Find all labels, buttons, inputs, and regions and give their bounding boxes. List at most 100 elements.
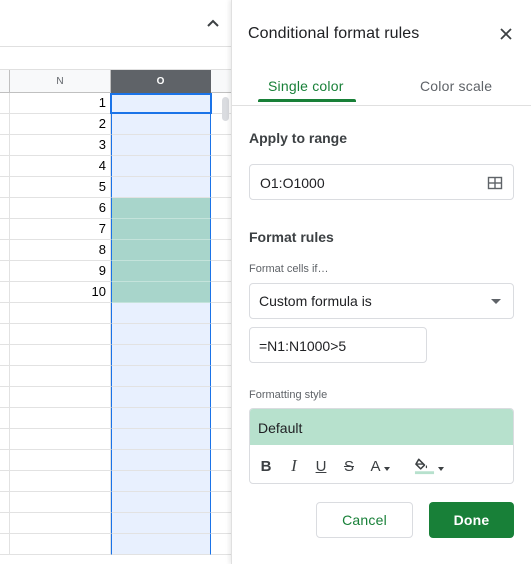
cell-grid: 1 2 3 4 5 6 7 8 9 10 [0, 93, 231, 564]
underline-button[interactable]: U [314, 457, 328, 475]
cell-m[interactable] [0, 492, 10, 513]
cell-o-highlighted[interactable] [111, 282, 211, 303]
cell-o[interactable] [111, 114, 211, 135]
fill-color-button[interactable] [414, 457, 444, 475]
vertical-scrollbar[interactable] [215, 93, 231, 564]
cell-m[interactable] [0, 534, 10, 555]
grid-icon [487, 176, 503, 190]
cell-n[interactable] [10, 492, 111, 513]
rule-type-tabs: Single color Color scale [232, 62, 531, 106]
cell-o[interactable] [111, 450, 211, 471]
cell-m[interactable] [0, 114, 10, 135]
cell-m[interactable] [0, 282, 10, 303]
cell-o[interactable] [111, 135, 211, 156]
cell-o-highlighted[interactable] [111, 198, 211, 219]
cell-m[interactable] [0, 303, 10, 324]
cell-m[interactable] [0, 177, 10, 198]
cell-n[interactable] [10, 534, 111, 555]
cell-m[interactable] [0, 261, 10, 282]
cell-n[interactable]: 7 [10, 219, 111, 240]
cell-m[interactable] [0, 471, 10, 492]
condition-select[interactable]: Custom formula is [249, 283, 514, 319]
column-header-p[interactable] [211, 70, 231, 93]
strikethrough-button[interactable]: S [342, 457, 356, 475]
cell-o[interactable] [111, 471, 211, 492]
cell-n[interactable] [10, 471, 111, 492]
tab-single-color[interactable]: Single color [268, 78, 344, 94]
tab-color-scale[interactable]: Color scale [420, 78, 492, 94]
cell-o[interactable] [111, 408, 211, 429]
collapse-toolbar-button[interactable] [203, 14, 223, 34]
cell-o[interactable] [111, 303, 211, 324]
chevron-down-icon [438, 467, 444, 471]
cell-m[interactable] [0, 513, 10, 534]
column-header-o[interactable]: O [111, 70, 211, 93]
cell-n[interactable] [10, 429, 111, 450]
cell-o[interactable] [111, 429, 211, 450]
cell-m[interactable] [0, 324, 10, 345]
cell-m[interactable] [0, 345, 10, 366]
style-preview[interactable]: Default [250, 409, 513, 445]
chevron-up-icon [207, 19, 219, 27]
cell-o-highlighted[interactable] [111, 219, 211, 240]
cell-o[interactable] [111, 513, 211, 534]
column-header-n[interactable]: N [10, 70, 111, 93]
close-panel-button[interactable] [498, 26, 514, 42]
cell-o[interactable] [111, 387, 211, 408]
select-range-button[interactable] [487, 175, 503, 191]
cell-n[interactable]: 3 [10, 135, 111, 156]
cell-o[interactable] [111, 177, 211, 198]
cell-o[interactable] [111, 93, 211, 114]
sheet-spacer [0, 47, 231, 70]
cell-o[interactable] [111, 324, 211, 345]
cell-m[interactable] [0, 135, 10, 156]
cell-n[interactable]: 8 [10, 240, 111, 261]
table-row [0, 303, 231, 324]
cell-o-highlighted[interactable] [111, 240, 211, 261]
cell-m[interactable] [0, 408, 10, 429]
cell-n[interactable]: 6 [10, 198, 111, 219]
column-header-m[interactable] [0, 70, 10, 93]
bold-button[interactable]: B [259, 457, 273, 475]
formatting-style-label: Formatting style [249, 389, 328, 401]
cell-n[interactable]: 9 [10, 261, 111, 282]
custom-formula-input[interactable]: =N1:N1000>5 [249, 327, 427, 363]
cell-n[interactable]: 5 [10, 177, 111, 198]
italic-button[interactable]: I [287, 456, 301, 475]
scrollbar-thumb[interactable] [222, 97, 229, 121]
cell-n[interactable] [10, 450, 111, 471]
cell-n[interactable]: 1 [10, 93, 111, 114]
cell-n[interactable]: 4 [10, 156, 111, 177]
cell-m[interactable] [0, 93, 10, 114]
cell-n[interactable]: 2 [10, 114, 111, 135]
cell-o[interactable] [111, 534, 211, 555]
cell-o[interactable] [111, 366, 211, 387]
range-input[interactable]: O1:O1000 [249, 164, 514, 200]
cell-n[interactable]: 10 [10, 282, 111, 303]
cell-n[interactable] [10, 324, 111, 345]
cell-n[interactable] [10, 513, 111, 534]
cell-n[interactable] [10, 408, 111, 429]
cell-o[interactable] [111, 492, 211, 513]
column-headers: N O [0, 70, 231, 93]
cell-n[interactable] [10, 366, 111, 387]
cell-m[interactable] [0, 387, 10, 408]
formula-value: =N1:N1000>5 [259, 338, 347, 354]
done-button[interactable]: Done [429, 502, 514, 538]
cell-m[interactable] [0, 450, 10, 471]
cell-o[interactable] [111, 345, 211, 366]
cancel-button[interactable]: Cancel [316, 502, 413, 538]
cell-m[interactable] [0, 240, 10, 261]
cell-n[interactable] [10, 303, 111, 324]
cell-m[interactable] [0, 429, 10, 450]
cell-m[interactable] [0, 198, 10, 219]
table-row [0, 408, 231, 429]
cell-o[interactable] [111, 156, 211, 177]
cell-m[interactable] [0, 219, 10, 240]
cell-m[interactable] [0, 156, 10, 177]
text-color-button[interactable]: A [370, 457, 390, 475]
cell-o-highlighted[interactable] [111, 261, 211, 282]
cell-n[interactable] [10, 387, 111, 408]
cell-n[interactable] [10, 345, 111, 366]
cell-m[interactable] [0, 366, 10, 387]
